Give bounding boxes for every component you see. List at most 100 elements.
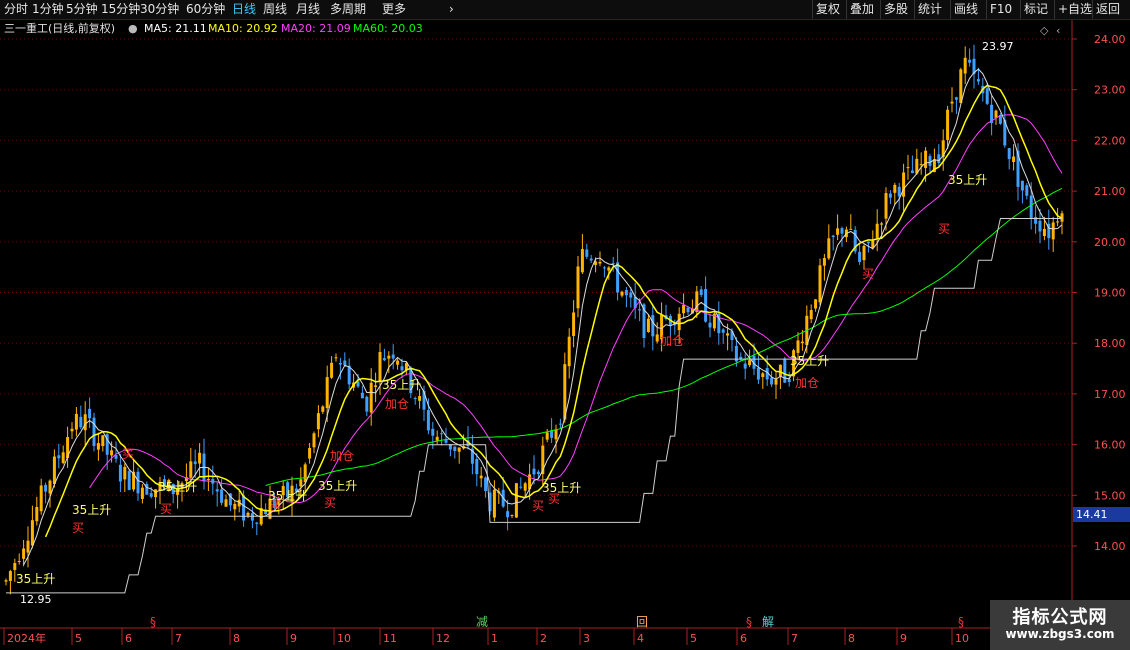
candle-body	[954, 97, 958, 100]
price-label: 22.00	[1094, 134, 1126, 147]
candle-body	[840, 228, 844, 234]
candle-body	[365, 396, 369, 412]
candle-body	[1007, 148, 1011, 160]
tab-7[interactable]: 周线	[263, 1, 287, 17]
candle-body	[950, 101, 954, 104]
price-label: 23.00	[1094, 84, 1126, 97]
candle-body	[193, 461, 197, 465]
candle-body	[13, 563, 17, 570]
toolbar-button-2[interactable]: 多股	[880, 0, 911, 19]
toolbar-button-1[interactable]: 叠加	[846, 0, 877, 19]
candle-body	[413, 398, 417, 400]
kline-chart[interactable]: 24.00 23.00 22.00 21.00 20.00 19.00 18.00 17.00…	[0, 0, 1130, 650]
candle-body	[1042, 228, 1046, 237]
signal-annotation: 买	[548, 492, 560, 506]
candle-body	[418, 396, 422, 401]
candle-body	[532, 468, 536, 475]
candle-body	[1034, 216, 1038, 224]
tab-10[interactable]: 更多	[382, 1, 406, 17]
candle-body	[26, 540, 30, 553]
candle-body	[638, 309, 642, 311]
candle-body	[1012, 156, 1016, 162]
candle-body	[299, 479, 303, 487]
candle-body	[726, 333, 730, 336]
ma10-line	[44, 84, 1063, 538]
tab-5[interactable]: 60分钟	[186, 1, 225, 17]
candle-body	[52, 456, 56, 484]
ma10-value: MA10: 20.92	[208, 22, 278, 35]
candle-body	[910, 170, 914, 174]
candle-body	[250, 513, 254, 521]
tab-4[interactable]: 30分钟	[140, 1, 179, 17]
candle-body	[814, 299, 818, 309]
toolbar-button-5[interactable]: F10	[986, 0, 1015, 19]
ma60-value: MA60: 20.03	[353, 22, 423, 35]
time-label: 1	[491, 632, 498, 645]
candle-body	[1029, 195, 1033, 219]
price-label: 20.00	[1094, 236, 1126, 249]
period-toolbar: 分时 1分钟 5分钟 15分钟 30分钟 60分钟 日线 周线 月线 多周期 更多 › 复权 叠加 多股 统计…	[0, 0, 1130, 20]
candle-body	[624, 290, 628, 296]
candle-body	[902, 172, 906, 197]
candle-body	[510, 514, 514, 516]
candle-body	[246, 512, 250, 516]
candle-body	[308, 448, 312, 459]
candle-body	[607, 267, 611, 271]
signal-annotation: 买	[72, 521, 84, 535]
candle-body	[39, 485, 43, 512]
price-label: 21.00	[1094, 185, 1126, 198]
candle-body	[519, 486, 523, 488]
time-label: 5	[75, 632, 82, 645]
candle-body	[154, 489, 158, 498]
signal-annotation: 买	[270, 499, 282, 513]
toolbar-button-0[interactable]: 复权	[812, 0, 843, 19]
time-label: 12	[436, 632, 450, 645]
candle-body	[17, 561, 21, 563]
time-label: 6	[125, 632, 132, 645]
candle-body	[312, 433, 316, 448]
candle-body	[849, 228, 853, 230]
bottom-signal-marker: §	[746, 615, 752, 629]
signal-annotation: 35上升	[16, 572, 55, 586]
candle-body	[387, 355, 391, 359]
candle-body	[585, 249, 589, 257]
settings-circle-icon[interactable]: ●	[128, 21, 138, 37]
signal-annotation: 买	[938, 222, 950, 236]
time-label: 5	[690, 632, 697, 645]
candle-body	[123, 466, 127, 480]
candle-body	[897, 186, 901, 197]
toolbar-button-8[interactable]: 返回	[1092, 0, 1123, 19]
time-label: 7	[791, 632, 798, 645]
tab-0[interactable]: 分时	[4, 1, 28, 17]
price-label: 19.00	[1094, 287, 1126, 300]
high-price-label: 23.97	[982, 40, 1014, 53]
candle-body	[330, 362, 334, 378]
tab-1[interactable]: 1分钟	[32, 1, 64, 17]
toolbar-button-7[interactable]: +自选	[1054, 0, 1095, 19]
candle-body	[1051, 222, 1055, 240]
bottom-signal-marker: 减	[476, 615, 488, 629]
signal-annotation: 35上升	[72, 503, 111, 517]
candle-body	[360, 392, 364, 399]
ma20-value: MA20: 21.09	[281, 22, 351, 35]
toolbar-button-3[interactable]: 统计	[914, 0, 945, 19]
candle-body	[101, 435, 105, 447]
chevron-right-icon[interactable]: ›	[449, 1, 454, 17]
toolbar-button-6[interactable]: 标记	[1020, 0, 1051, 19]
candle-body	[61, 452, 65, 463]
tab-2[interactable]: 5分钟	[66, 1, 98, 17]
tab-3[interactable]: 15分钟	[101, 1, 140, 17]
tab-6[interactable]: 日线	[232, 1, 256, 17]
candle-body	[620, 291, 624, 296]
stock-title[interactable]: 三一重工(日线,前复权)	[4, 21, 115, 37]
candle-body	[369, 382, 373, 413]
candle-body	[976, 79, 980, 82]
toolbar-button-4[interactable]: 画线	[950, 0, 981, 19]
candle-body	[572, 312, 576, 336]
candle-body	[862, 245, 866, 261]
candle-body	[242, 495, 246, 521]
candle-body	[783, 358, 787, 383]
tab-8[interactable]: 月线	[296, 1, 320, 17]
candle-body	[616, 262, 620, 293]
tab-9[interactable]: 多周期	[330, 1, 366, 17]
